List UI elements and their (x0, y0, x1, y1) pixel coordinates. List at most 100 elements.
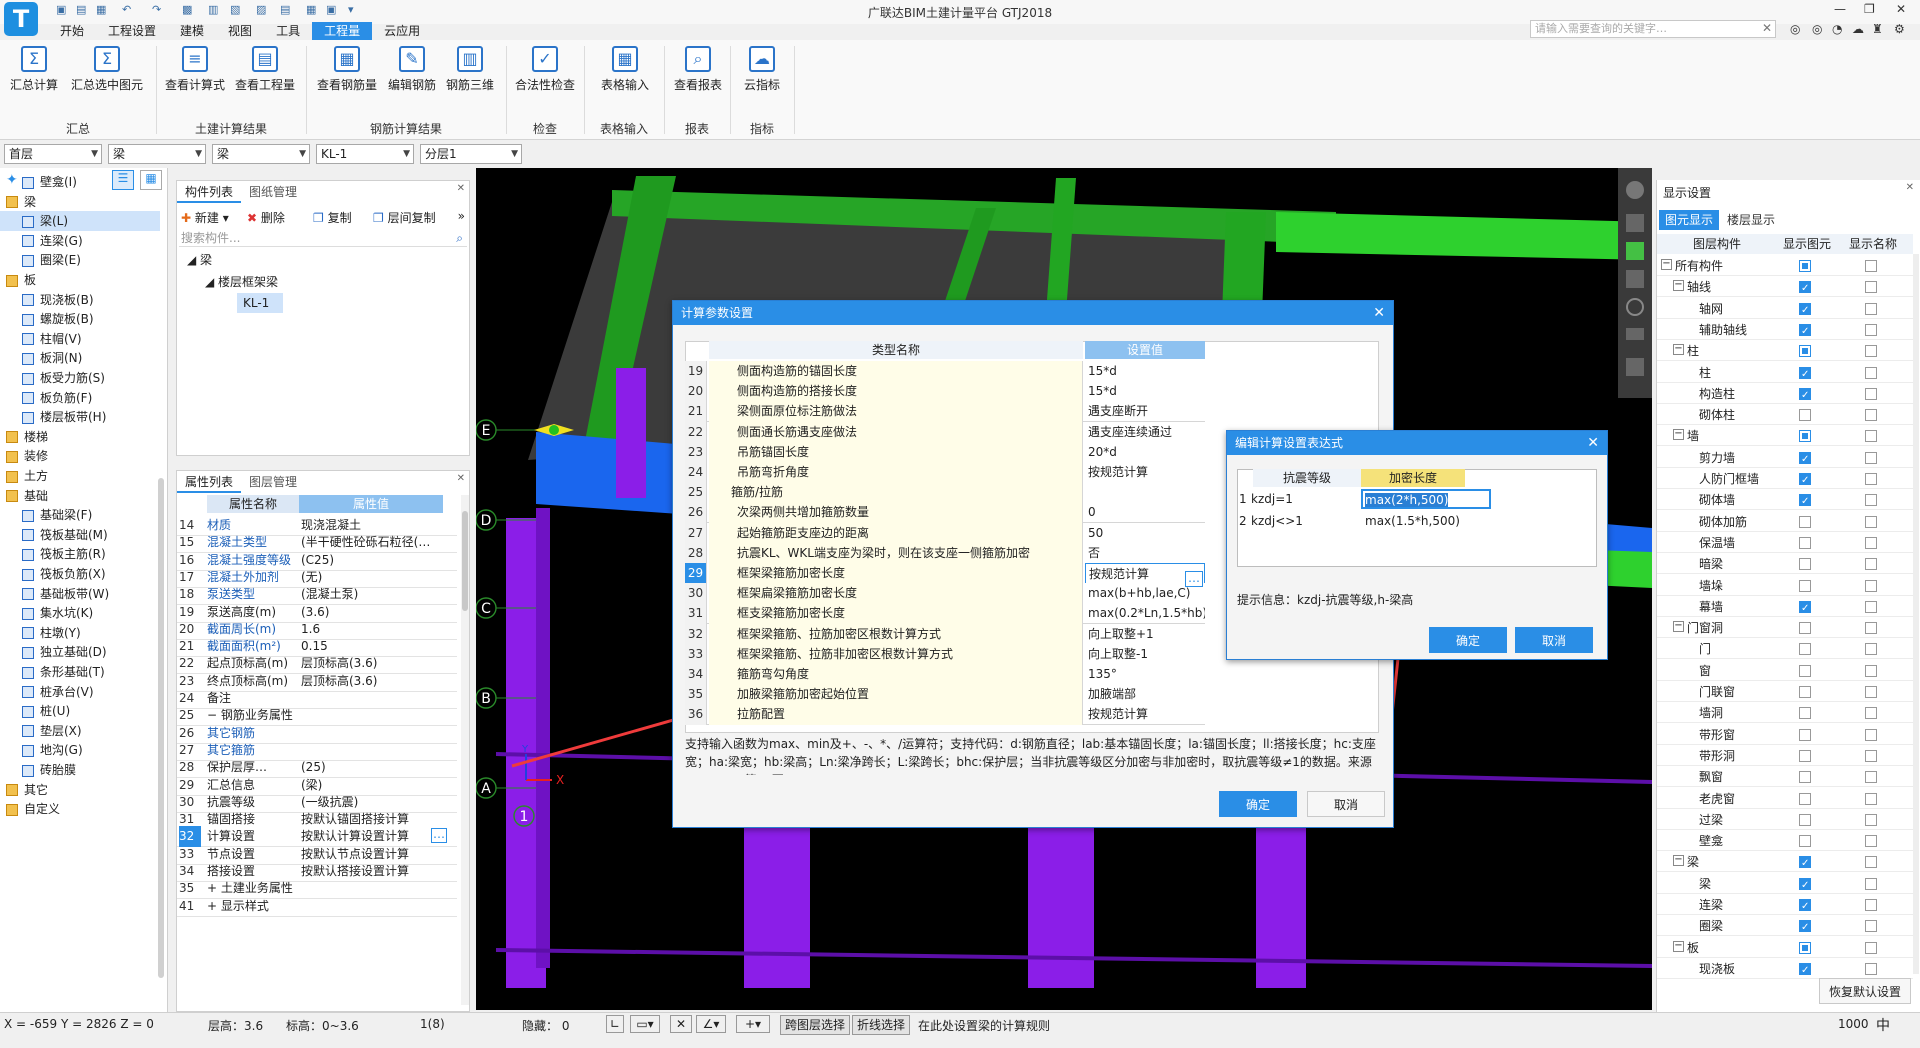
show-name-checkbox[interactable] (1865, 281, 1877, 294)
display-row[interactable]: 构造柱 (1657, 384, 1913, 406)
show-name-checkbox[interactable] (1865, 962, 1877, 975)
ellipsis-button[interactable]: … (1185, 571, 1203, 587)
shirt-icon[interactable]: ♜ (1872, 22, 1883, 36)
show-element-checkbox[interactable] (1799, 643, 1811, 656)
table-icon[interactable]: ▦ (306, 4, 318, 16)
display-row[interactable]: − 门窗洞 (1657, 618, 1913, 639)
display-row[interactable]: 暗梁 (1657, 554, 1913, 575)
nav-item[interactable]: 板洞(N) (0, 348, 160, 368)
nav-item[interactable]: 板受力筋(S) (0, 368, 160, 388)
display-row[interactable]: 老虎窗 (1657, 789, 1913, 809)
view-wire-icon[interactable] (1626, 328, 1644, 340)
show-name-checkbox[interactable] (1865, 707, 1877, 720)
ime-indicator[interactable]: 中 (1876, 1015, 1890, 1035)
property-scrollbar-thumb[interactable] (462, 511, 468, 611)
calculator-icon[interactable]: ▩ (182, 4, 194, 16)
calc-row[interactable]: 22 侧面通长筋遇支座做法 遇支座连续通过 (685, 421, 1205, 443)
show-element-checkbox[interactable] (1799, 749, 1811, 762)
property-row[interactable]: 41 + 显示样式 (177, 896, 457, 917)
show-name-checkbox[interactable] (1865, 430, 1877, 443)
view-quantities-button[interactable]: ▤ 查看工程量 (232, 46, 298, 93)
bookmark-icon[interactable]: ▨ (256, 4, 268, 16)
selection-grip[interactable] (549, 425, 559, 435)
close-icon[interactable]: ✕ (457, 473, 465, 484)
show-name-checkbox[interactable] (1865, 686, 1877, 698)
calc-row-value[interactable]: 否 (1085, 543, 1205, 564)
show-name-checkbox[interactable] (1865, 941, 1877, 954)
close-icon[interactable]: ✕ (457, 183, 465, 194)
settings-icon[interactable]: ⚙ (1894, 22, 1905, 36)
display-row[interactable]: − 柱 (1657, 341, 1913, 362)
nav-item[interactable]: 柱墩(Y) (0, 623, 160, 643)
nav-item[interactable]: 板 (0, 270, 160, 290)
calc-row-value[interactable]: 20*d (1085, 442, 1205, 463)
restore-button[interactable]: ❐ (1864, 2, 1875, 16)
expand-toggle-icon[interactable]: − (1673, 855, 1684, 867)
show-element-checkbox[interactable] (1799, 941, 1811, 954)
app-logo[interactable]: T (4, 2, 38, 36)
copy-button[interactable]: ❐ 复制 (313, 209, 352, 226)
nav-item[interactable]: 螺旋板(B) (0, 309, 160, 329)
show-name-checkbox[interactable] (1865, 813, 1877, 826)
display-row[interactable]: − 所有构件 (1657, 256, 1913, 276)
expr-cancel-button[interactable]: 取消 (1515, 627, 1593, 653)
ortho-icon[interactable]: ∟ (606, 1015, 624, 1033)
show-element-checkbox[interactable] (1799, 536, 1811, 549)
nav-item[interactable]: 装修 (0, 446, 160, 466)
calc-row[interactable]: 34 箍筋弯勾角度 135° (685, 664, 1205, 685)
nav-item[interactable]: 集水坑(K) (0, 603, 160, 623)
nav-scrollbar[interactable] (158, 478, 164, 978)
help-search-input[interactable]: 请输入需要查询的关键字… (1530, 20, 1776, 38)
show-element-checkbox[interactable] (1799, 897, 1811, 917)
reset-default-button[interactable]: 恢复默认设置 (1819, 978, 1911, 1004)
calc-row-value[interactable]: 加腋端部 (1085, 684, 1205, 705)
calc-row-value[interactable]: 按规范计算 (1085, 462, 1205, 483)
cloud-icon[interactable]: ☁ (1852, 22, 1864, 36)
calc-row-value[interactable] (1085, 482, 1205, 503)
show-element-checkbox[interactable] (1799, 961, 1811, 981)
display-row[interactable]: 墙垛 (1657, 576, 1913, 596)
show-element-checkbox[interactable] (1799, 876, 1811, 896)
calc-row-value[interactable]: 0 (1085, 502, 1205, 523)
calc-row[interactable]: 23 吊筋锚固长度 20*d (685, 441, 1205, 463)
show-name-checkbox[interactable] (1865, 473, 1877, 485)
expand-toggle-icon[interactable]: − (1673, 940, 1684, 952)
type-select[interactable]: 梁 ▼ (212, 144, 310, 164)
show-name-checkbox[interactable] (1865, 749, 1877, 762)
display-row[interactable]: 窗 (1657, 661, 1913, 681)
floor-select[interactable]: 首层 ▼ (4, 144, 102, 164)
tree-node-kl1[interactable]: KL-1 (237, 293, 283, 313)
display-row[interactable]: 带形窗 (1657, 725, 1913, 745)
calc-row[interactable]: 29 框架梁箍筋加密长度 按规范计算 (685, 563, 1205, 584)
close-button[interactable]: ✕ (1896, 2, 1906, 16)
show-element-checkbox[interactable] (1799, 854, 1811, 874)
show-name-checkbox[interactable] (1865, 728, 1877, 741)
calc-row-value[interactable]: 135° (1085, 664, 1205, 685)
show-element-checkbox[interactable] (1799, 622, 1811, 635)
ruler-icon[interactable]: ▤ (280, 4, 292, 16)
show-element-checkbox[interactable] (1799, 664, 1811, 677)
polyline-select-button[interactable]: 折线选择 (852, 1015, 911, 1035)
show-element-checkbox[interactable] (1799, 813, 1811, 826)
show-element-checkbox[interactable] (1799, 260, 1811, 272)
close-icon[interactable]: ✕ (1587, 431, 1599, 455)
calc-row[interactable]: 27 起始箍筋距支座边的距离 50 (685, 522, 1205, 544)
show-element-checkbox[interactable] (1799, 835, 1811, 848)
headset-icon[interactable]: ◎ (1812, 22, 1822, 36)
tab-property-list[interactable]: 属性列表 (177, 471, 242, 493)
tab-quantities[interactable]: 工程量 (312, 22, 373, 40)
nav-item[interactable]: 自定义 (0, 799, 160, 819)
show-element-checkbox[interactable] (1799, 918, 1811, 938)
expand-toggle-icon[interactable]: − (1673, 344, 1684, 356)
calc-row-value[interactable]: 遇支座断开 (1085, 401, 1205, 422)
show-name-checkbox[interactable] (1865, 345, 1877, 358)
expand-toggle-icon[interactable]: − (1661, 259, 1672, 270)
display-row[interactable]: 壁龛 (1657, 831, 1913, 852)
display-row[interactable]: − 墙 (1657, 426, 1913, 447)
display-scrollbar[interactable] (1913, 254, 1919, 974)
view-report-button[interactable]: ⌕ 查看报表 (668, 46, 728, 93)
layer-select[interactable]: 分层1 ▼ (420, 144, 522, 164)
show-name-checkbox[interactable] (1865, 387, 1877, 400)
display-row[interactable]: 飘窗 (1657, 767, 1913, 788)
display-row[interactable]: 人防门框墙 (1657, 469, 1913, 491)
